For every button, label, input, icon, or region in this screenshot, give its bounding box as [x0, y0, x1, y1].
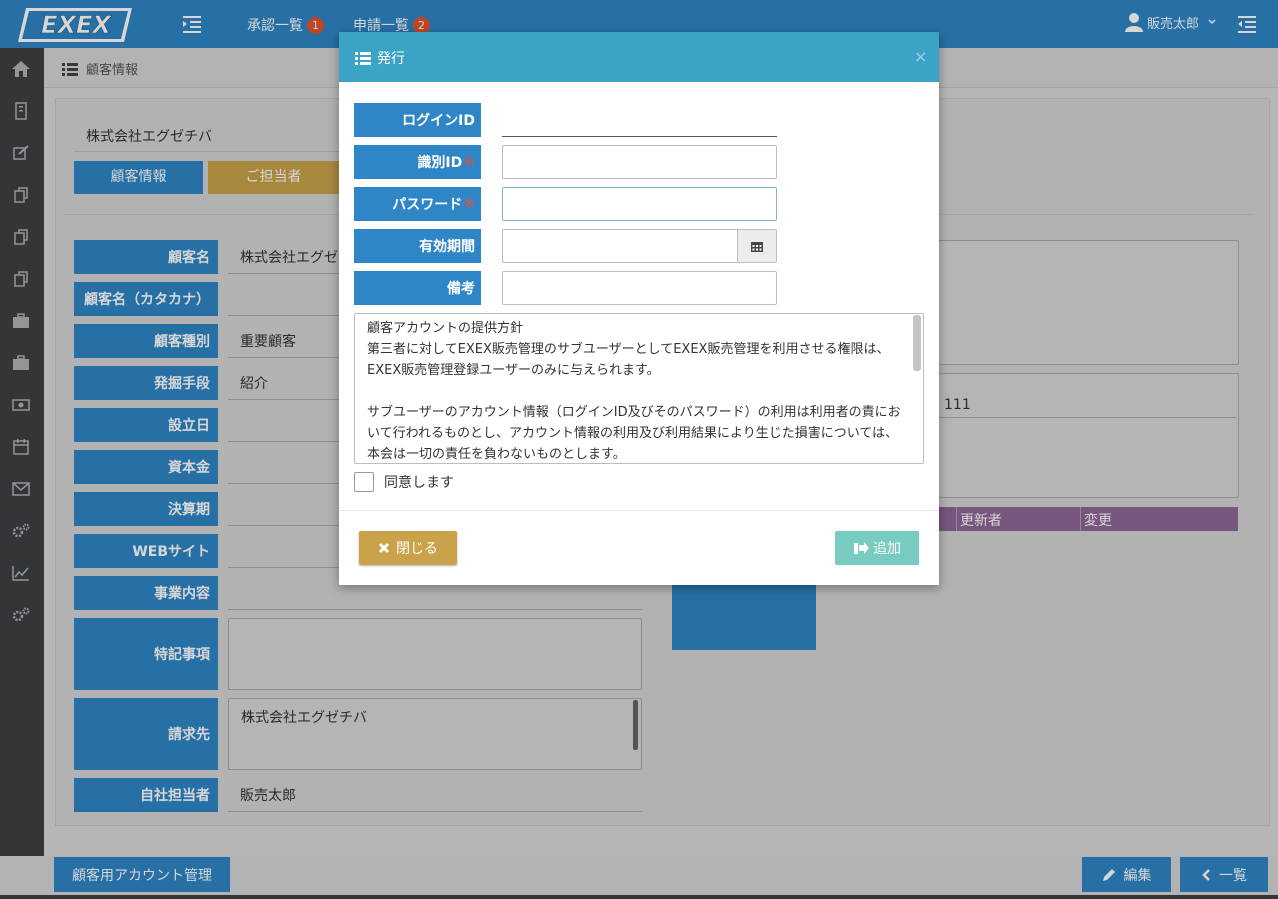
label-password-text: パスワード: [392, 197, 463, 213]
close-button[interactable]: 閉じる: [359, 531, 457, 565]
required-mark: ※: [463, 154, 475, 170]
login-id-value: [502, 103, 777, 137]
issue-modal: 発行 × ログインID 識別ID ※ パスワード ※ 有効期間 備考 顧客アカウント…: [339, 32, 939, 585]
agree-label[interactable]: 同意します: [384, 472, 454, 492]
share-icon: [854, 542, 869, 554]
agree-checkbox[interactable]: [354, 472, 374, 492]
label-login-id-text: ログインID: [402, 113, 475, 129]
required-mark: ※: [463, 196, 475, 212]
add-button-label: 追加: [873, 541, 901, 557]
label-password: パスワード ※: [354, 187, 481, 221]
calendar-button[interactable]: [737, 229, 777, 263]
modal-footer-divider: [339, 510, 939, 511]
label-login-id: ログインID: [354, 103, 481, 137]
validity-period-input[interactable]: [502, 229, 738, 263]
label-memo-text: 備考: [447, 281, 475, 297]
label-memo: 備考: [354, 271, 481, 305]
label-ident-id: 識別ID ※: [354, 145, 481, 179]
memo-input[interactable]: [502, 271, 777, 305]
close-button-label: 閉じる: [396, 541, 438, 557]
label-ident-id-text: 識別ID: [417, 155, 463, 171]
terms-paragraph-2: サブユーザーのアカウント情報（ログインID及びそのパスワード）の利用は利用者の責…: [367, 405, 901, 462]
terms-heading: 顧客アカウントの提供方針: [367, 321, 524, 336]
modal-close-icon[interactable]: ×: [914, 47, 927, 66]
modal-title-text: 発行: [377, 51, 405, 67]
list-icon: [355, 52, 371, 65]
calendar-icon: [751, 241, 763, 252]
terms-paragraph-1: 第三者に対してEXEX販売管理のサブユーザーとしてEXEX販売管理を利用させる権…: [367, 342, 890, 378]
label-validity-text: 有効期間: [419, 239, 475, 255]
terms-textbox[interactable]: 顧客アカウントの提供方針 第三者に対してEXEX販売管理のサブユーザーとしてEX…: [354, 313, 924, 464]
modal-header: 発行 ×: [339, 32, 939, 82]
modal-title: 発行: [355, 48, 405, 68]
ident-id-input[interactable]: [502, 145, 777, 179]
terms-scrollbar[interactable]: [913, 315, 921, 371]
close-icon: [378, 542, 390, 554]
add-button[interactable]: 追加: [835, 531, 919, 565]
password-input[interactable]: [502, 187, 777, 221]
label-validity-period: 有効期間: [354, 229, 481, 263]
